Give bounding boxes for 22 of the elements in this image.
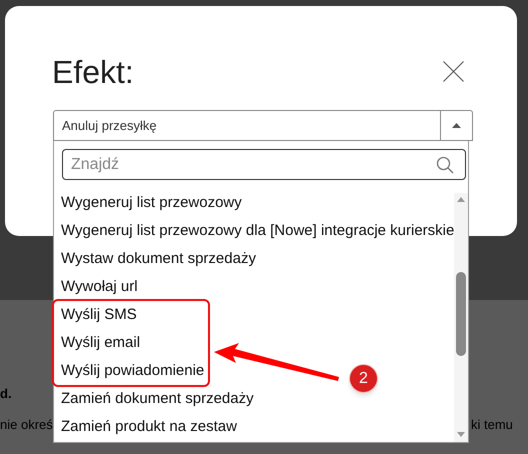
dropdown-option[interactable]: Wystaw dokument sprzedaży	[56, 248, 256, 270]
dropdown-option[interactable]: Wyślij powiadomienie	[56, 360, 204, 382]
dropdown-option[interactable]: Wygeneruj list przewozowy dla [Nowe] integracje kurierskie	[56, 220, 454, 242]
caret-icon	[452, 123, 461, 128]
dropdown-option[interactable]: Zamień dokument sprzedaży	[56, 388, 254, 410]
dialog-title: Efekt:	[52, 53, 134, 92]
search-field[interactable]: Znajdź	[62, 149, 466, 180]
background-text: nie okreś	[0, 416, 53, 434]
background-text: ki temu	[471, 416, 513, 434]
scroll-thumb[interactable]	[456, 272, 466, 356]
select-field[interactable]: Anuluj przesyłkę	[53, 110, 473, 141]
background-text: d.	[0, 385, 12, 403]
dropdown-option[interactable]: Wyślij email	[56, 332, 140, 354]
scrollbar[interactable]	[454, 193, 468, 442]
search-icon	[436, 156, 454, 174]
scroll-down-icon[interactable]	[457, 432, 465, 437]
dropdown-option[interactable]: Wygeneruj list przewozowy	[56, 192, 242, 214]
dropdown-option[interactable]: Zamień produkt na zestaw	[56, 416, 237, 438]
close-icon[interactable]	[443, 61, 464, 82]
dropdown-option[interactable]: Wywołaj url	[56, 276, 138, 298]
dropdown-option[interactable]: Wyślij SMS	[56, 304, 137, 326]
scroll-up-icon[interactable]	[457, 197, 465, 202]
